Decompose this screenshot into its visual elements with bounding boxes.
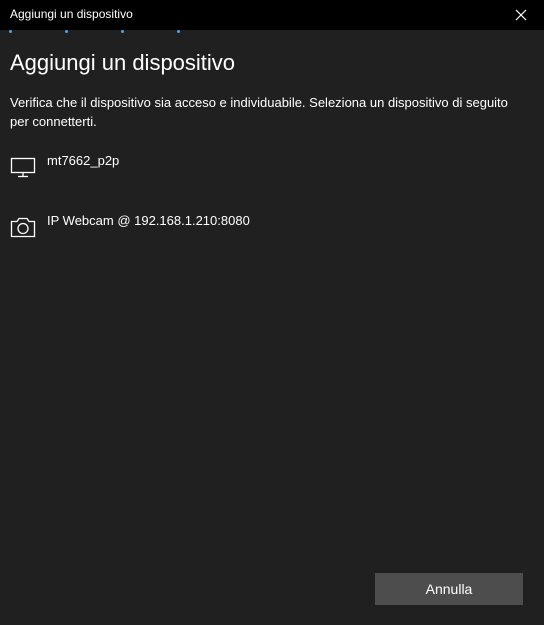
progress-dot [9, 30, 12, 33]
searching-progress-indicator [0, 30, 544, 36]
progress-dot [121, 30, 124, 33]
monitor-icon [10, 157, 36, 178]
device-item-ip-webcam[interactable]: IP Webcam @ 192.168.1.210:8080 [0, 206, 544, 262]
close-button[interactable] [498, 0, 544, 30]
title-bar: Aggiungi un dispositivo [0, 0, 544, 30]
device-item-mt7662[interactable]: mt7662_p2p [0, 146, 544, 202]
progress-dot [65, 30, 68, 33]
window-title: Aggiungi un dispositivo [10, 7, 133, 21]
close-icon [515, 9, 527, 21]
device-name: mt7662_p2p [47, 153, 120, 168]
instructions-text: Verifica che il dispositivo sia acceso e… [10, 95, 508, 129]
device-list: mt7662_p2p IP Webcam @ 192.168.1.210:808… [0, 146, 544, 262]
device-name: IP Webcam @ 192.168.1.210:8080 [47, 213, 250, 228]
cancel-button[interactable]: Annulla [375, 573, 523, 605]
camera-icon [10, 217, 36, 238]
page-title: Aggiungi un dispositivo [10, 50, 236, 75]
progress-dot [177, 30, 180, 33]
